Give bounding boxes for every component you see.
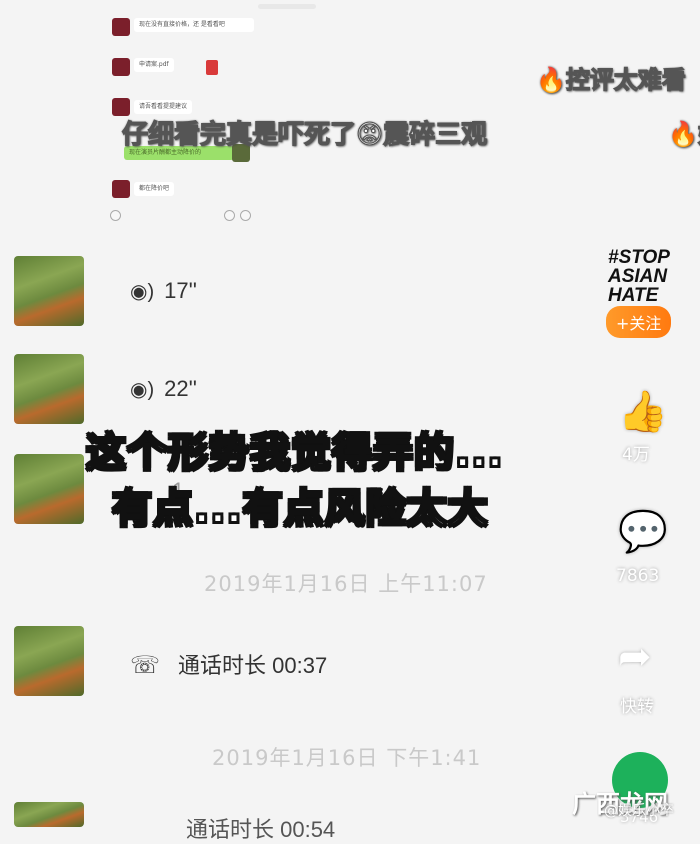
overlay-comment: 🔥控评太难看 [535, 65, 686, 94]
contact-avatar[interactable] [14, 354, 84, 424]
voice-duration: 22'' [164, 376, 197, 401]
comment-count: 7863 [616, 566, 660, 586]
phone-icon: ☏ [130, 652, 161, 679]
follow-button[interactable]: +关注 [606, 306, 672, 338]
share-icon[interactable]: ➦ [618, 634, 652, 680]
mini-avatar [112, 18, 130, 36]
mini-file-message: 申请案.pdf [134, 58, 174, 72]
contact-avatar[interactable] [14, 626, 84, 696]
overlay-comment-cut: 🔥妈 [667, 119, 700, 148]
mini-avatar [112, 58, 130, 76]
call-duration: 通话时长 00:37 [178, 653, 328, 678]
call-record-partial: 通话时长 00:54 [186, 817, 336, 842]
mini-message: 现在没有直接价格，还 是看看吧 [134, 18, 254, 32]
voice-duration: 17'' [164, 278, 197, 303]
voice-message[interactable]: ◉) 17'' [130, 278, 197, 304]
call-record[interactable]: ☏ 通话时长 00:37 [130, 648, 327, 680]
chat-timestamp: 2019年1月16日 下午1:41 [212, 746, 482, 770]
mini-add-icon [110, 210, 121, 221]
overlay-banner: 仔细看完真是吓死了😡震碎三观 [121, 119, 488, 150]
contact-avatar[interactable] [14, 256, 84, 326]
pdf-icon [206, 60, 218, 75]
subtitle-line-2: 有点...有点风险太大 [111, 485, 489, 533]
share-label: 快转 [620, 697, 654, 717]
mini-message: 请吾看看提提建议 [134, 100, 193, 114]
like-icon[interactable]: 👍 [618, 388, 668, 435]
creator-logo[interactable]: #STOP ASIAN HATE [608, 248, 672, 308]
chat-timestamp: 2019年1月16日 上午11:07 [204, 572, 488, 596]
voice-wave-icon: ◉) [130, 281, 155, 303]
voice-message[interactable]: ◉) 22'' [130, 376, 197, 402]
mini-avatar [112, 180, 130, 198]
status-pill [258, 4, 316, 9]
mini-plus-icon [240, 210, 251, 221]
subtitle-line-1: 这个形势我觉得弄的... [85, 429, 504, 477]
mini-emoji-icon [224, 210, 235, 221]
watermark-account: @娱乐小卒 [604, 803, 674, 819]
contact-avatar[interactable] [14, 454, 84, 524]
mini-message: 都在降价吧 [134, 182, 175, 196]
comment-icon[interactable]: 💬 [618, 508, 668, 555]
contact-avatar[interactable] [14, 802, 84, 827]
voice-wave-icon: ◉) [130, 379, 155, 401]
like-count: 4万 [622, 445, 650, 465]
